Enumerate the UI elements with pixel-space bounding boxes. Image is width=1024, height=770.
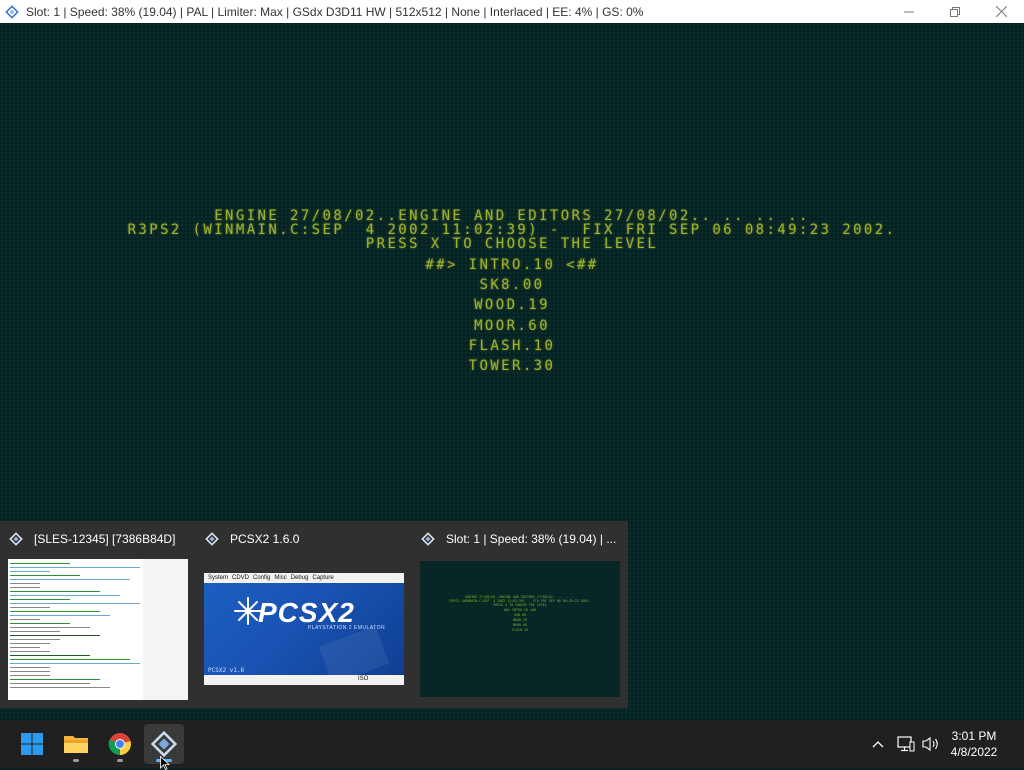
menu-cdvd: CDVD bbox=[232, 575, 250, 581]
preview-line: MOOR.60 bbox=[513, 623, 527, 627]
running-indicator bbox=[73, 759, 79, 762]
preview-line: FLASH.10 bbox=[512, 628, 528, 632]
level-option[interactable]: WOOD.19 bbox=[0, 297, 1024, 313]
restore-button[interactable] bbox=[932, 0, 978, 23]
thumbnail-pcsx2-main-window[interactable]: PCSX2 1.6.0 System CDVD Config Misc Debu… bbox=[196, 521, 404, 708]
taskbar-clock[interactable]: 3:01 PM 4/8/2022 bbox=[944, 728, 1004, 760]
console-preview bbox=[8, 559, 188, 700]
file-explorer-icon bbox=[64, 736, 88, 753]
menu-capture: Capture bbox=[312, 575, 334, 581]
status-iso: ISO bbox=[358, 676, 369, 682]
pcsx2-version: PCSX2 v1.6 bbox=[208, 667, 245, 674]
pcsx2-icon bbox=[204, 531, 220, 547]
preview-line: WOOD.19 bbox=[513, 618, 527, 622]
volume-button[interactable] bbox=[919, 720, 943, 768]
close-button[interactable] bbox=[978, 0, 1024, 23]
minimize-button[interactable] bbox=[886, 0, 932, 23]
pcsx2-icon bbox=[8, 531, 24, 547]
preview-line: ##> INTRO.10 <## bbox=[504, 608, 536, 612]
pcsx2-main-preview: System CDVD Config Misc Debug Capture PC… bbox=[204, 573, 404, 685]
show-hidden-icons-button[interactable] bbox=[866, 720, 890, 768]
file-explorer-button[interactable] bbox=[56, 724, 96, 764]
level-option[interactable]: SK8.00 bbox=[0, 277, 1024, 293]
pcsx2-icon bbox=[3, 3, 21, 21]
selected-level[interactable]: ##> INTRO.10 <## bbox=[0, 257, 1024, 273]
running-indicator bbox=[117, 759, 123, 762]
taskbar-thumbnail-panel: [SLES-12345] [7386B84D] PCSX2 1.6.0 Syst… bbox=[0, 521, 628, 708]
pcsx2-icon bbox=[420, 531, 436, 547]
menu-system: System bbox=[208, 575, 229, 581]
clock-date: 4/8/2022 bbox=[950, 745, 998, 759]
chrome-button[interactable] bbox=[100, 724, 140, 764]
thumbnail-console-window[interactable]: [SLES-12345] [7386B84D] bbox=[0, 521, 204, 708]
volume-icon bbox=[922, 736, 938, 752]
thumbnail-title: PCSX2 1.6.0 bbox=[230, 532, 300, 546]
window-title: Slot: 1 | Speed: 38% (19.04) | PAL | Lim… bbox=[26, 4, 644, 19]
close-icon bbox=[995, 6, 1007, 17]
window-title-bar: Slot: 1 | Speed: 38% (19.04) | PAL | Lim… bbox=[0, 0, 1024, 23]
taskbar: 3:01 PM 4/8/2022 bbox=[0, 720, 1024, 768]
pcsx2-splash: PCSX2 PLAYSTATION 2 EMULATOR PCSX2 v1.6 bbox=[204, 583, 404, 675]
pcsx2-status-bar: ISO bbox=[204, 675, 404, 685]
thumbnail-title: Slot: 1 | Speed: 38% (19.04) | ... bbox=[446, 532, 617, 546]
preview-line: PRESS X TO CHOOSE THE LEVEL bbox=[493, 603, 547, 607]
thumbnail-title: [SLES-12345] [7386B84D] bbox=[34, 532, 176, 546]
pcsx2-menu-bar: System CDVD Config Misc Debug Capture bbox=[204, 573, 404, 583]
level-option[interactable]: MOOR.60 bbox=[0, 318, 1024, 334]
chrome-icon bbox=[108, 733, 131, 755]
network-button[interactable] bbox=[894, 720, 918, 768]
menu-debug: Debug bbox=[290, 575, 309, 581]
menu-misc: Misc bbox=[274, 575, 287, 581]
level-option[interactable]: FLASH.10 bbox=[0, 338, 1024, 354]
level-option[interactable]: TOWER.30 bbox=[0, 358, 1024, 374]
chevron-up-icon bbox=[872, 741, 884, 748]
start-button[interactable] bbox=[12, 724, 52, 764]
clock-time: 3:01 PM bbox=[951, 729, 997, 743]
start-icon bbox=[21, 733, 43, 755]
thumbnail-game-window[interactable]: Slot: 1 | Speed: 38% (19.04) | ... ENGIN… bbox=[412, 521, 628, 708]
pcsx2-icon bbox=[151, 731, 177, 757]
restore-icon bbox=[950, 6, 960, 17]
menu-config: Config bbox=[253, 575, 271, 581]
preview-line: SK8.00 bbox=[514, 613, 526, 617]
minimize-icon bbox=[904, 11, 914, 12]
network-icon bbox=[897, 736, 915, 752]
game-window-preview: ENGINE 27/08/02..ENGINE AND EDITORS 27/0… bbox=[420, 561, 620, 697]
instruction-line: PRESS X TO CHOOSE THE LEVEL bbox=[365, 236, 659, 252]
